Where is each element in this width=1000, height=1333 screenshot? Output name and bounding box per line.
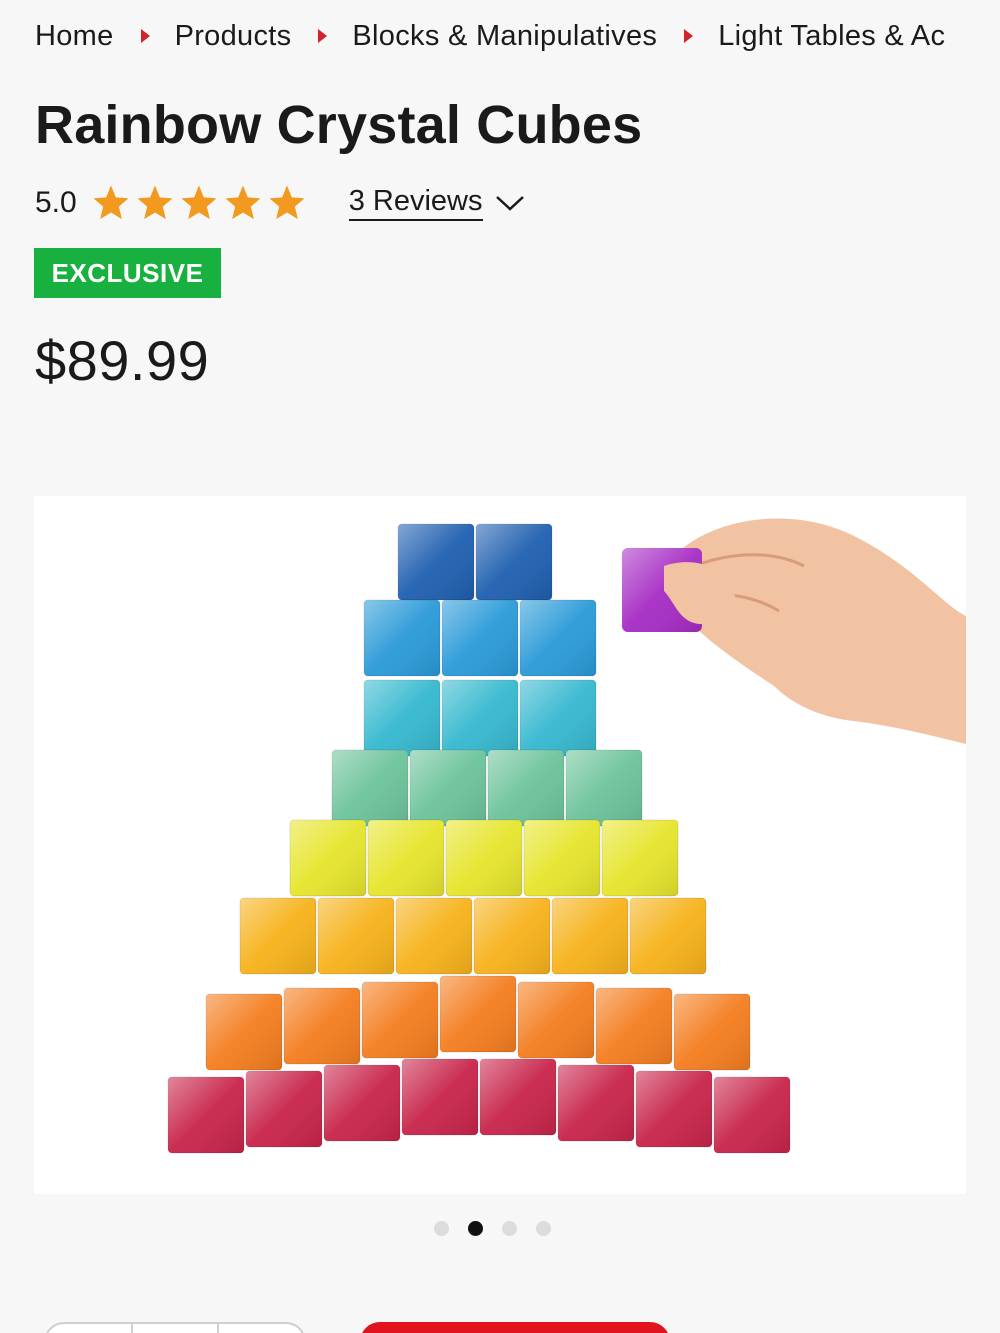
star-icon: [225, 185, 261, 220]
crystal-cube-shine: [364, 600, 440, 676]
carousel-dot[interactable]: [536, 1221, 551, 1236]
crystal-cube-shine: [168, 1077, 244, 1153]
breadcrumb-products[interactable]: Products: [175, 18, 292, 54]
crystal-cube-shine: [290, 820, 366, 896]
crystal-cube-shine: [440, 976, 516, 1052]
crystal-cube-shine: [246, 1071, 322, 1147]
quantity-stepper[interactable]: [44, 1322, 306, 1333]
breadcrumb-home[interactable]: Home: [35, 18, 114, 54]
crystal-cube-shine: [524, 820, 600, 896]
crystal-cube-shine: [442, 680, 518, 756]
crystal-cube-shine: [520, 680, 596, 756]
carousel-dots: [434, 1221, 570, 1236]
breadcrumb: Home Products Blocks & Manipulatives Lig…: [35, 18, 945, 54]
crystal-cube-shine: [332, 750, 408, 826]
rating-value: 5.0: [35, 186, 77, 219]
crystal-cube-shine: [446, 820, 522, 896]
crystal-cube-shine: [284, 988, 360, 1064]
product-image-graphic: [167, 518, 966, 1154]
reviews-link[interactable]: 3 Reviews: [348, 185, 483, 221]
breadcrumb-light-tables[interactable]: Light Tables & Ac: [718, 18, 945, 54]
quantity-decrement[interactable]: [46, 1324, 133, 1333]
crystal-cube-shine: [368, 820, 444, 896]
quantity-value[interactable]: [133, 1324, 220, 1333]
crystal-cube-shine: [480, 1059, 556, 1135]
crystal-cube-shine: [518, 982, 594, 1058]
crystal-cube-shine: [474, 898, 550, 974]
star-icon: [137, 185, 173, 220]
crystal-cube-shine: [240, 898, 316, 974]
reviews-toggle[interactable]: 3 Reviews: [348, 185, 525, 221]
crystal-cube-shine: [318, 898, 394, 974]
star-icon: [181, 185, 217, 220]
star-rating: [91, 183, 311, 223]
hand-illustration: [622, 518, 966, 744]
crystal-cube-shine: [398, 524, 474, 600]
star-icon: [93, 185, 129, 220]
crystal-cube-shine: [552, 898, 628, 974]
rating-row: 5.0 3 Reviews: [35, 178, 525, 228]
crystal-cube-shine: [324, 1065, 400, 1141]
crystal-cube-shine: [402, 1059, 478, 1135]
caret-right-icon: [140, 29, 150, 43]
caret-right-icon: [318, 29, 328, 43]
add-to-cart-button[interactable]: [360, 1322, 670, 1333]
carousel-dot[interactable]: [502, 1221, 517, 1236]
product-title: Rainbow Crystal Cubes: [35, 95, 643, 155]
crystal-cube-shine: [442, 600, 518, 676]
chevron-down-icon[interactable]: [495, 193, 525, 213]
crystal-cube-shine: [476, 524, 552, 600]
breadcrumb-blocks-manipulatives[interactable]: Blocks & Manipulatives: [352, 18, 657, 54]
crystal-cube-shine: [596, 988, 672, 1064]
star-icon: [269, 185, 305, 220]
crystal-cube-shine: [566, 750, 642, 826]
crystal-cube-shine: [630, 898, 706, 974]
crystal-cube-shine: [410, 750, 486, 826]
crystal-cube-shine: [488, 750, 564, 826]
exclusive-badge: EXCLUSIVE: [34, 248, 221, 298]
carousel-dot[interactable]: [434, 1221, 449, 1236]
crystal-cube-shine: [714, 1077, 790, 1153]
crystal-cube-shine: [362, 982, 438, 1058]
crystal-cube-shine: [396, 898, 472, 974]
crystal-cube-shine: [602, 820, 678, 896]
product-page: Home Products Blocks & Manipulatives Lig…: [0, 0, 1000, 1333]
crystal-cube-shine: [674, 994, 750, 1070]
carousel-dot-active[interactable]: [468, 1221, 483, 1236]
quantity-increment[interactable]: [219, 1324, 304, 1333]
crystal-cube-shine: [364, 680, 440, 756]
caret-right-icon: [684, 29, 694, 43]
crystal-cube-shine: [520, 600, 596, 676]
crystal-cube-shine: [636, 1071, 712, 1147]
product-price: $89.99: [35, 329, 210, 392]
crystal-cube-shine: [206, 994, 282, 1070]
product-image[interactable]: [34, 496, 966, 1194]
crystal-cube-shine: [558, 1065, 634, 1141]
